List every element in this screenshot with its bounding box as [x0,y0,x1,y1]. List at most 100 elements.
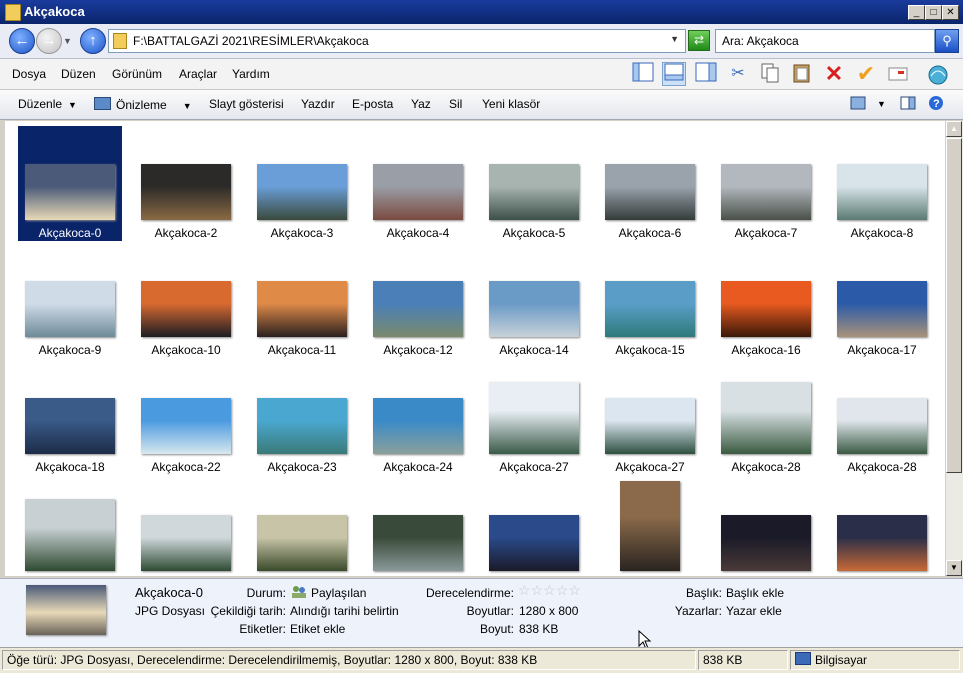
file-thumbnail[interactable]: Akçakoca-17 [830,243,934,358]
forward-button[interactable]: → [36,28,62,54]
file-thumbnail[interactable]: Akçakoca-11 [250,243,354,358]
search-text[interactable]: Ara: Akçakoca [722,34,799,48]
title-value[interactable]: Başlık ekle [726,586,784,600]
minimize-button[interactable]: _ [908,5,925,20]
address-bar[interactable]: F:\BATTALGAZİ 2021\RESİMLER\Akçakoca ▼ [108,29,686,53]
file-thumbnail[interactable] [482,477,586,576]
paste-icon[interactable] [790,62,814,86]
folder-icon [113,33,127,49]
chevron-down-icon[interactable]: ▼ [670,34,679,44]
photo-image [837,398,927,454]
help-icon[interactable]: ? [928,95,944,114]
go-button[interactable]: ⇄ [688,30,710,51]
vertical-scrollbar[interactable]: ▲ ▼ [945,121,963,576]
file-thumbnail[interactable]: Akçakoca-15 [598,243,702,358]
file-thumbnail[interactable]: Akçakoca-22 [134,360,238,475]
photo-image [721,515,811,571]
chevron-down-icon[interactable]: ▼ [877,99,886,109]
star-icon[interactable]: ☆ [556,582,569,598]
slideshow-button[interactable]: Slayt gösterisi [209,97,284,111]
cut-icon[interactable]: ✂ [726,62,750,86]
file-thumbnail[interactable]: Akçakoca-5 [482,126,586,241]
star-icon[interactable]: ☆ [518,582,531,598]
print-button[interactable]: Yazdır [301,97,335,111]
layout-left-icon[interactable] [631,62,655,86]
address-text[interactable]: F:\BATTALGAZİ 2021\RESİMLER\Akçakoca [133,34,369,48]
file-thumbnail[interactable] [18,477,122,576]
file-thumbnail[interactable]: Akçakoca-4 [366,126,470,241]
file-thumbnail[interactable]: Akçakoca-9 [18,243,122,358]
star-icon[interactable]: ☆ [531,582,544,598]
file-thumbnail[interactable]: Akçakoca-2 [134,126,238,241]
views-icon[interactable] [850,96,866,113]
menu-file[interactable]: Dosya [12,67,46,81]
close-button[interactable]: ✕ [942,5,959,20]
file-view[interactable]: Akçakoca-0 Akçakoca-2 Akçakoca-3 Akçakoca-4… [5,121,945,576]
back-button[interactable]: ← [9,28,35,54]
file-thumbnail[interactable]: Akçakoca-6 [598,126,702,241]
file-thumbnail[interactable]: Akçakoca-0 [18,126,122,241]
menu-tools[interactable]: Araçlar [179,67,217,81]
search-icon[interactable]: ⚲ [935,29,959,53]
file-name: Akçakoca-5 [502,226,566,240]
delete-button[interactable]: Sil [449,97,462,111]
file-thumbnail[interactable]: Akçakoca-12 [366,243,470,358]
panes-icon[interactable] [900,96,916,113]
checkmark-icon[interactable]: ✔ [854,62,878,86]
photo-image [721,382,811,454]
star-icon[interactable]: ☆ [568,582,581,598]
layout-bottom-icon[interactable] [662,62,686,86]
authors-value[interactable]: Yazar ekle [726,604,782,618]
layout-right-icon[interactable] [694,62,718,86]
scroll-up-button[interactable]: ▲ [946,121,962,137]
preview-label: Önizleme [116,98,167,112]
file-thumbnail[interactable] [134,477,238,576]
status-bar: Öğe türü: JPG Dosyası, Derecelendirme: D… [0,647,963,673]
copy-icon[interactable] [758,62,782,86]
date-value[interactable]: Alındığı tarihi belirtin [290,604,399,618]
file-thumbnail[interactable]: Akçakoca-27 [598,360,702,475]
file-name: Akçakoca-3 [270,226,334,240]
file-thumbnail[interactable]: Akçakoca-10 [134,243,238,358]
delete-icon[interactable]: ✕ [822,62,846,86]
search-input[interactable]: Ara: Akçakoca [715,29,935,53]
file-thumbnail[interactable] [366,477,470,576]
menu-help[interactable]: Yardım [232,67,270,81]
file-thumbnail[interactable]: Akçakoca-3 [250,126,354,241]
file-thumbnail[interactable]: Akçakoca-23 [250,360,354,475]
status-value[interactable]: Paylaşılan [311,586,366,600]
scroll-down-button[interactable]: ▼ [946,560,962,576]
file-thumbnail[interactable]: Akçakoca-27 [482,360,586,475]
burn-button[interactable]: Yaz [411,97,431,111]
menu-edit[interactable]: Düzen [61,67,96,81]
file-name: Akçakoca-23 [267,460,337,474]
file-thumbnail[interactable]: Akçakoca-18 [18,360,122,475]
rating-stars[interactable]: ☆☆☆☆☆ [518,582,581,599]
file-thumbnail[interactable] [598,477,702,576]
file-thumbnail[interactable] [714,477,818,576]
file-thumbnail[interactable]: Akçakoca-8 [830,126,934,241]
file-name: Akçakoca-27 [499,460,569,474]
email-button[interactable]: E-posta [352,97,393,111]
star-icon[interactable]: ☆ [543,582,556,598]
up-folder-button[interactable]: ↑ [80,28,106,54]
organize-button[interactable]: Düzenle ▼ [18,97,77,111]
history-dropdown-icon[interactable]: ▼ [63,36,72,46]
file-thumbnail[interactable]: Akçakoca-24 [366,360,470,475]
file-thumbnail[interactable]: Akçakoca-7 [714,126,818,241]
scrollbar-thumb[interactable] [946,138,962,473]
tags-value[interactable]: Etiket ekle [290,622,345,636]
file-thumbnail[interactable]: Akçakoca-14 [482,243,586,358]
preview-button[interactable]: Önizleme ▼ [94,97,192,112]
new-folder-button[interactable]: Yeni klasör [482,97,540,111]
shared-icon [291,585,307,602]
maximize-button[interactable]: □ [925,5,942,20]
mail-icon[interactable] [886,62,910,86]
file-name: Akçakoca-0 [18,225,122,241]
file-thumbnail[interactable]: Akçakoca-28 [830,360,934,475]
file-thumbnail[interactable] [250,477,354,576]
file-thumbnail[interactable]: Akçakoca-16 [714,243,818,358]
file-thumbnail[interactable]: Akçakoca-28 [714,360,818,475]
file-thumbnail[interactable] [830,477,934,576]
menu-view[interactable]: Görünüm [112,67,162,81]
